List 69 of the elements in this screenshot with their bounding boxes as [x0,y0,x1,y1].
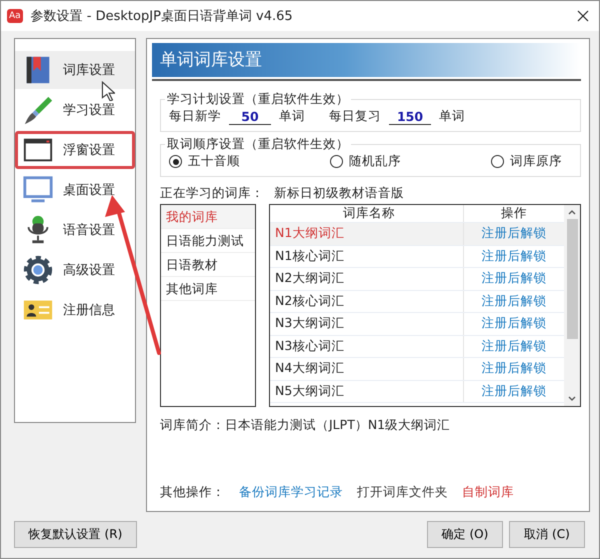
unit-label: 单词 [279,108,305,125]
input-field[interactable]: 50 [229,108,271,124]
unlock-link[interactable]: 注册后解锁 [464,292,564,310]
column-header: 操作 [500,205,528,222]
ok-button[interactable]: 确定 (O) [427,521,503,548]
group-title: 学习计划设置（重启软件生效） [166,91,350,108]
sidebar-item[interactable]: 注册信息 [15,291,135,329]
action-link[interactable]: 自制词库 [462,484,514,501]
table-cell: N4大纲词汇 [270,358,464,380]
unlock-link[interactable]: 注册后解锁 [464,360,564,378]
unlock-link[interactable]: 注册后解锁 [464,382,564,400]
unlock-link[interactable]: 注册后解锁 [464,315,564,332]
sidebar-item[interactable]: 语音设置 [15,211,135,249]
scrollbar-thumb[interactable] [566,219,578,339]
category-item[interactable]: 其他词库 [161,277,255,301]
action-link[interactable]: 备份词库学习记录 [239,484,343,501]
sidebar-item[interactable]: 学习设置 [15,91,135,129]
radio-button[interactable] [491,155,504,168]
brush-icon [22,94,54,126]
radio-button[interactable] [169,155,182,168]
table-row[interactable]: N1大纲词汇 注册后解锁 [270,223,564,246]
input-field[interactable]: 150 [389,108,431,124]
mouse-pointer-icon [101,81,115,101]
table-cell: N2大纲词汇 [270,268,464,290]
table-row[interactable]: N3大纲词汇 注册后解锁 [270,313,564,336]
cancel-button[interactable]: 取消 (C) [509,521,585,548]
radio-option[interactable]: 五十音顺 [169,153,240,170]
table-cell: N3核心词汇 [270,336,464,357]
field-label: 每日新学 [169,108,221,125]
scrollbar[interactable] [564,205,580,406]
unlock-link[interactable]: 注册后解锁 [464,338,564,355]
unlock-link[interactable]: 注册后解锁 [464,270,564,288]
reset-defaults-button[interactable]: 恢复默认设置 (R) [14,521,137,548]
group-title: 取词顺序设置（重启软件生效） [166,136,350,153]
sidebar-item[interactable]: 词库设置 [15,51,135,89]
window-title: 参数设置 - DesktopJP桌面日语背单词 v4.65 [30,8,294,25]
sidebar-item[interactable]: 浮窗设置 [15,131,135,169]
table-row[interactable]: N5大纲词汇 注册后解锁 [270,380,564,403]
unit-label: 单词 [439,108,465,125]
action-link[interactable]: 打开词库文件夹 [357,484,448,501]
sidebar-item[interactable]: 高级设置 [15,251,135,289]
table-row[interactable]: N3核心词汇 注册后解锁 [270,336,564,358]
category-item[interactable]: 日语教材 [161,253,255,277]
table-cell: N1核心词汇 [270,246,464,267]
unlock-link[interactable]: 注册后解锁 [464,248,564,265]
field-label: 每日复习 [329,108,381,125]
library-description: 词库简介：日本语能力测试（JLPT）N1级大纲词汇 [160,417,452,434]
table-row[interactable]: N2大纲词汇 注册后解锁 [270,268,564,290]
table-cell: N1大纲词汇 [270,223,464,244]
table-cell: N2核心词汇 [270,290,464,312]
column-header: 词库名称 [270,205,464,222]
table-row[interactable]: N1核心词汇 注册后解锁 [270,246,564,268]
table-row[interactable]: N2核心词汇 注册后解锁 [270,290,564,313]
current-library-label: 正在学习的词库： [160,185,264,202]
other-actions-label: 其他操作： [160,484,225,501]
sidebar-item[interactable]: 桌面设置 [15,171,135,209]
category-item[interactable]: 我的词库 [161,205,255,229]
current-library-name: 新标日初级教材语音版 [274,185,404,202]
unlock-link[interactable]: 注册后解锁 [464,225,564,242]
gear-icon [22,254,54,286]
radio-button[interactable] [330,155,343,168]
category-item[interactable]: 日语能力测试 [161,229,255,253]
radio-option[interactable]: 随机乱序 [330,153,401,170]
table-cell: N5大纲词汇 [270,380,464,402]
table-cell: N3大纲词汇 [270,313,464,334]
table-row[interactable]: N4大纲词汇 注册后解锁 [270,358,564,380]
close-icon[interactable] [577,10,589,22]
app-icon: Aa [7,9,23,23]
radio-option[interactable]: 词库原序 [491,153,562,170]
